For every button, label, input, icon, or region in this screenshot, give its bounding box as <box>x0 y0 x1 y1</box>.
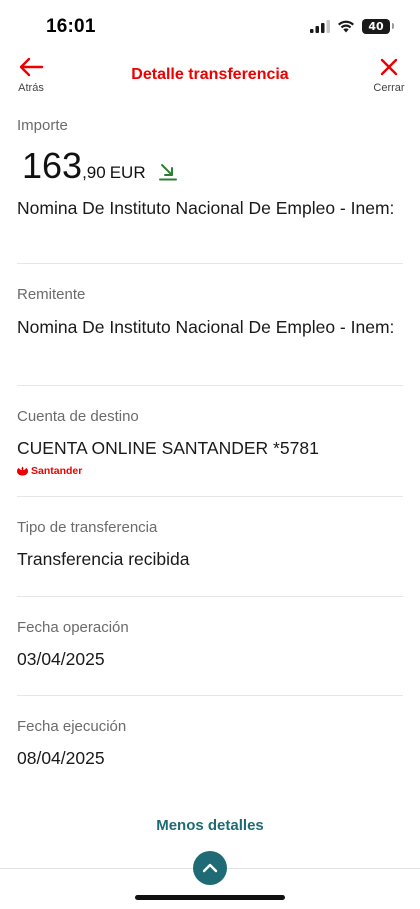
operation-date-label: Fecha operación <box>17 619 129 636</box>
execution-date-label: Fecha ejecución <box>17 718 127 735</box>
santander-flame-icon <box>17 466 28 476</box>
amount-decimal: ,90 <box>82 163 106 182</box>
close-button[interactable]: Cerrar <box>372 56 406 94</box>
destination-section: Cuenta de destino CUENTA ONLINE SANTANDE… <box>17 386 403 497</box>
amount-integer: 163 <box>22 145 83 186</box>
close-icon <box>380 58 398 76</box>
chevron-up-icon <box>202 863 218 873</box>
transfer-type-value: Transferencia recibida <box>17 549 190 569</box>
amount-value: 163 ,90 EUR <box>22 146 403 186</box>
battery-icon: 40 <box>362 19 394 34</box>
bank-name: Santander <box>31 465 83 477</box>
transfer-type-label: Tipo de transferencia <box>17 519 158 536</box>
arrow-down-right-icon <box>158 164 177 181</box>
santander-logo: Santander <box>17 465 403 477</box>
header: Atrás Detalle transferencia Cerrar <box>0 54 420 100</box>
operation-date-section: Fecha operación 03/04/2025 <box>17 597 403 696</box>
destination-label: Cuenta de destino <box>17 408 139 425</box>
page-title: Detalle transferencia <box>131 66 289 83</box>
home-indicator <box>135 895 285 900</box>
sender-label: Remitente <box>17 286 86 303</box>
sender-section: Remitente Nomina De Instituto Nacional D… <box>17 264 403 386</box>
transfer-details: Importe 163 ,90 EUR Nomina De Instituto … <box>0 100 420 795</box>
execution-date-value: 08/04/2025 <box>17 748 105 768</box>
amount-label: Importe <box>17 117 68 134</box>
execution-date-section: Fecha ejecución 08/04/2025 <box>17 696 403 795</box>
status-bar: 16:01 40 <box>0 0 420 54</box>
amount-concept: Nomina De Instituto Nacional De Empleo -… <box>17 198 395 218</box>
transfer-type-section: Tipo de transferencia Transferencia reci… <box>17 497 403 597</box>
battery-level: 40 <box>368 20 384 33</box>
status-icons: 40 <box>310 19 394 34</box>
close-label: Cerrar <box>373 82 405 94</box>
operation-date-value: 03/04/2025 <box>17 649 105 669</box>
less-details-link[interactable]: Menos detalles <box>0 817 420 834</box>
collapse-button[interactable] <box>193 851 227 885</box>
amount-currency: EUR <box>109 163 146 182</box>
sender-value: Nomina De Instituto Nacional De Empleo -… <box>17 317 395 337</box>
destination-account: CUENTA ONLINE SANTANDER *5781 <box>17 438 319 458</box>
amount-section: Importe 163 ,90 EUR Nomina De Instituto … <box>17 100 403 264</box>
signal-icon <box>310 20 330 33</box>
status-time: 16:01 <box>46 16 96 37</box>
wifi-icon <box>338 20 354 33</box>
